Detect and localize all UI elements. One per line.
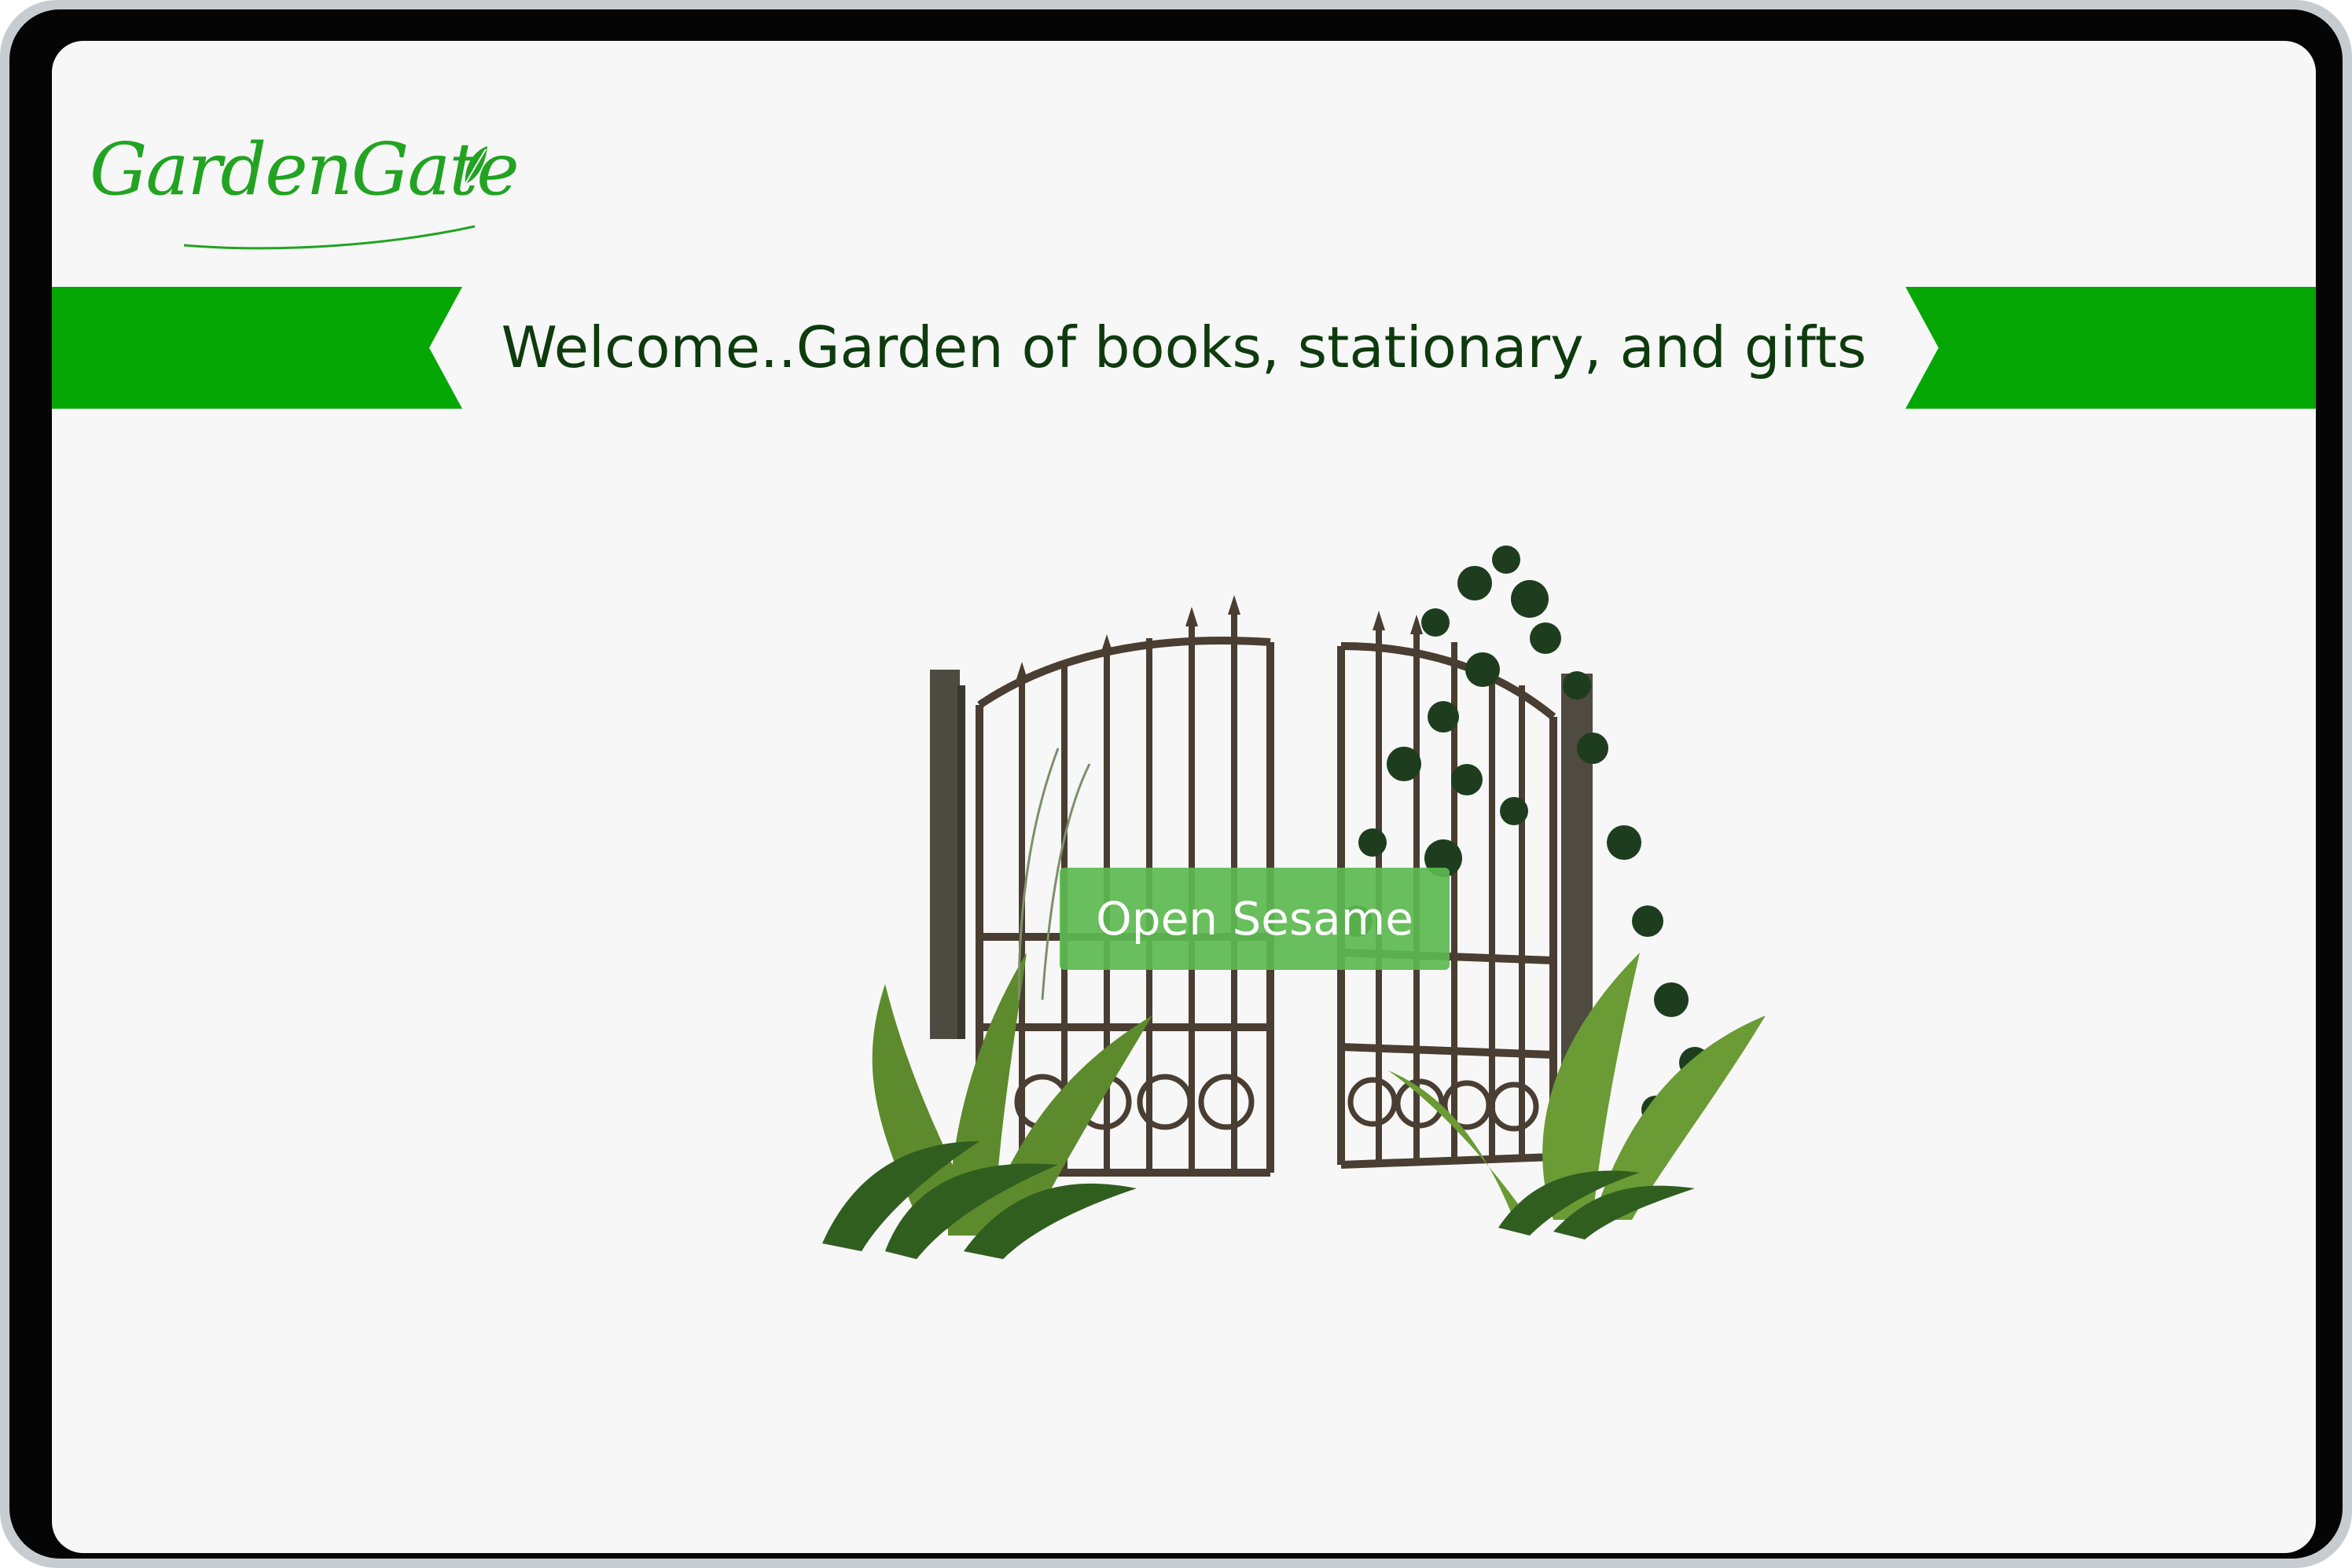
logo-swash: [184, 225, 476, 250]
ribbon-left: [52, 287, 462, 409]
device-bezel: GardenGate Welcome..Garden of books, sta…: [9, 9, 2343, 1559]
open-sesame-button[interactable]: Open Sesame: [1060, 868, 1450, 970]
leaf-icon: [465, 146, 487, 185]
welcome-banner: Welcome..Garden of books, stationary, an…: [52, 287, 2316, 409]
logo-wordmark: GardenGate: [90, 127, 520, 211]
ribbon-right: [1905, 287, 2316, 409]
device-frame: GardenGate Welcome..Garden of books, sta…: [0, 0, 2352, 1568]
app-screen: GardenGate Welcome..Garden of books, sta…: [52, 41, 2316, 1553]
brand-logo[interactable]: GardenGate: [90, 127, 520, 261]
banner-title: Welcome..Garden of books, stationary, an…: [501, 314, 1867, 380]
